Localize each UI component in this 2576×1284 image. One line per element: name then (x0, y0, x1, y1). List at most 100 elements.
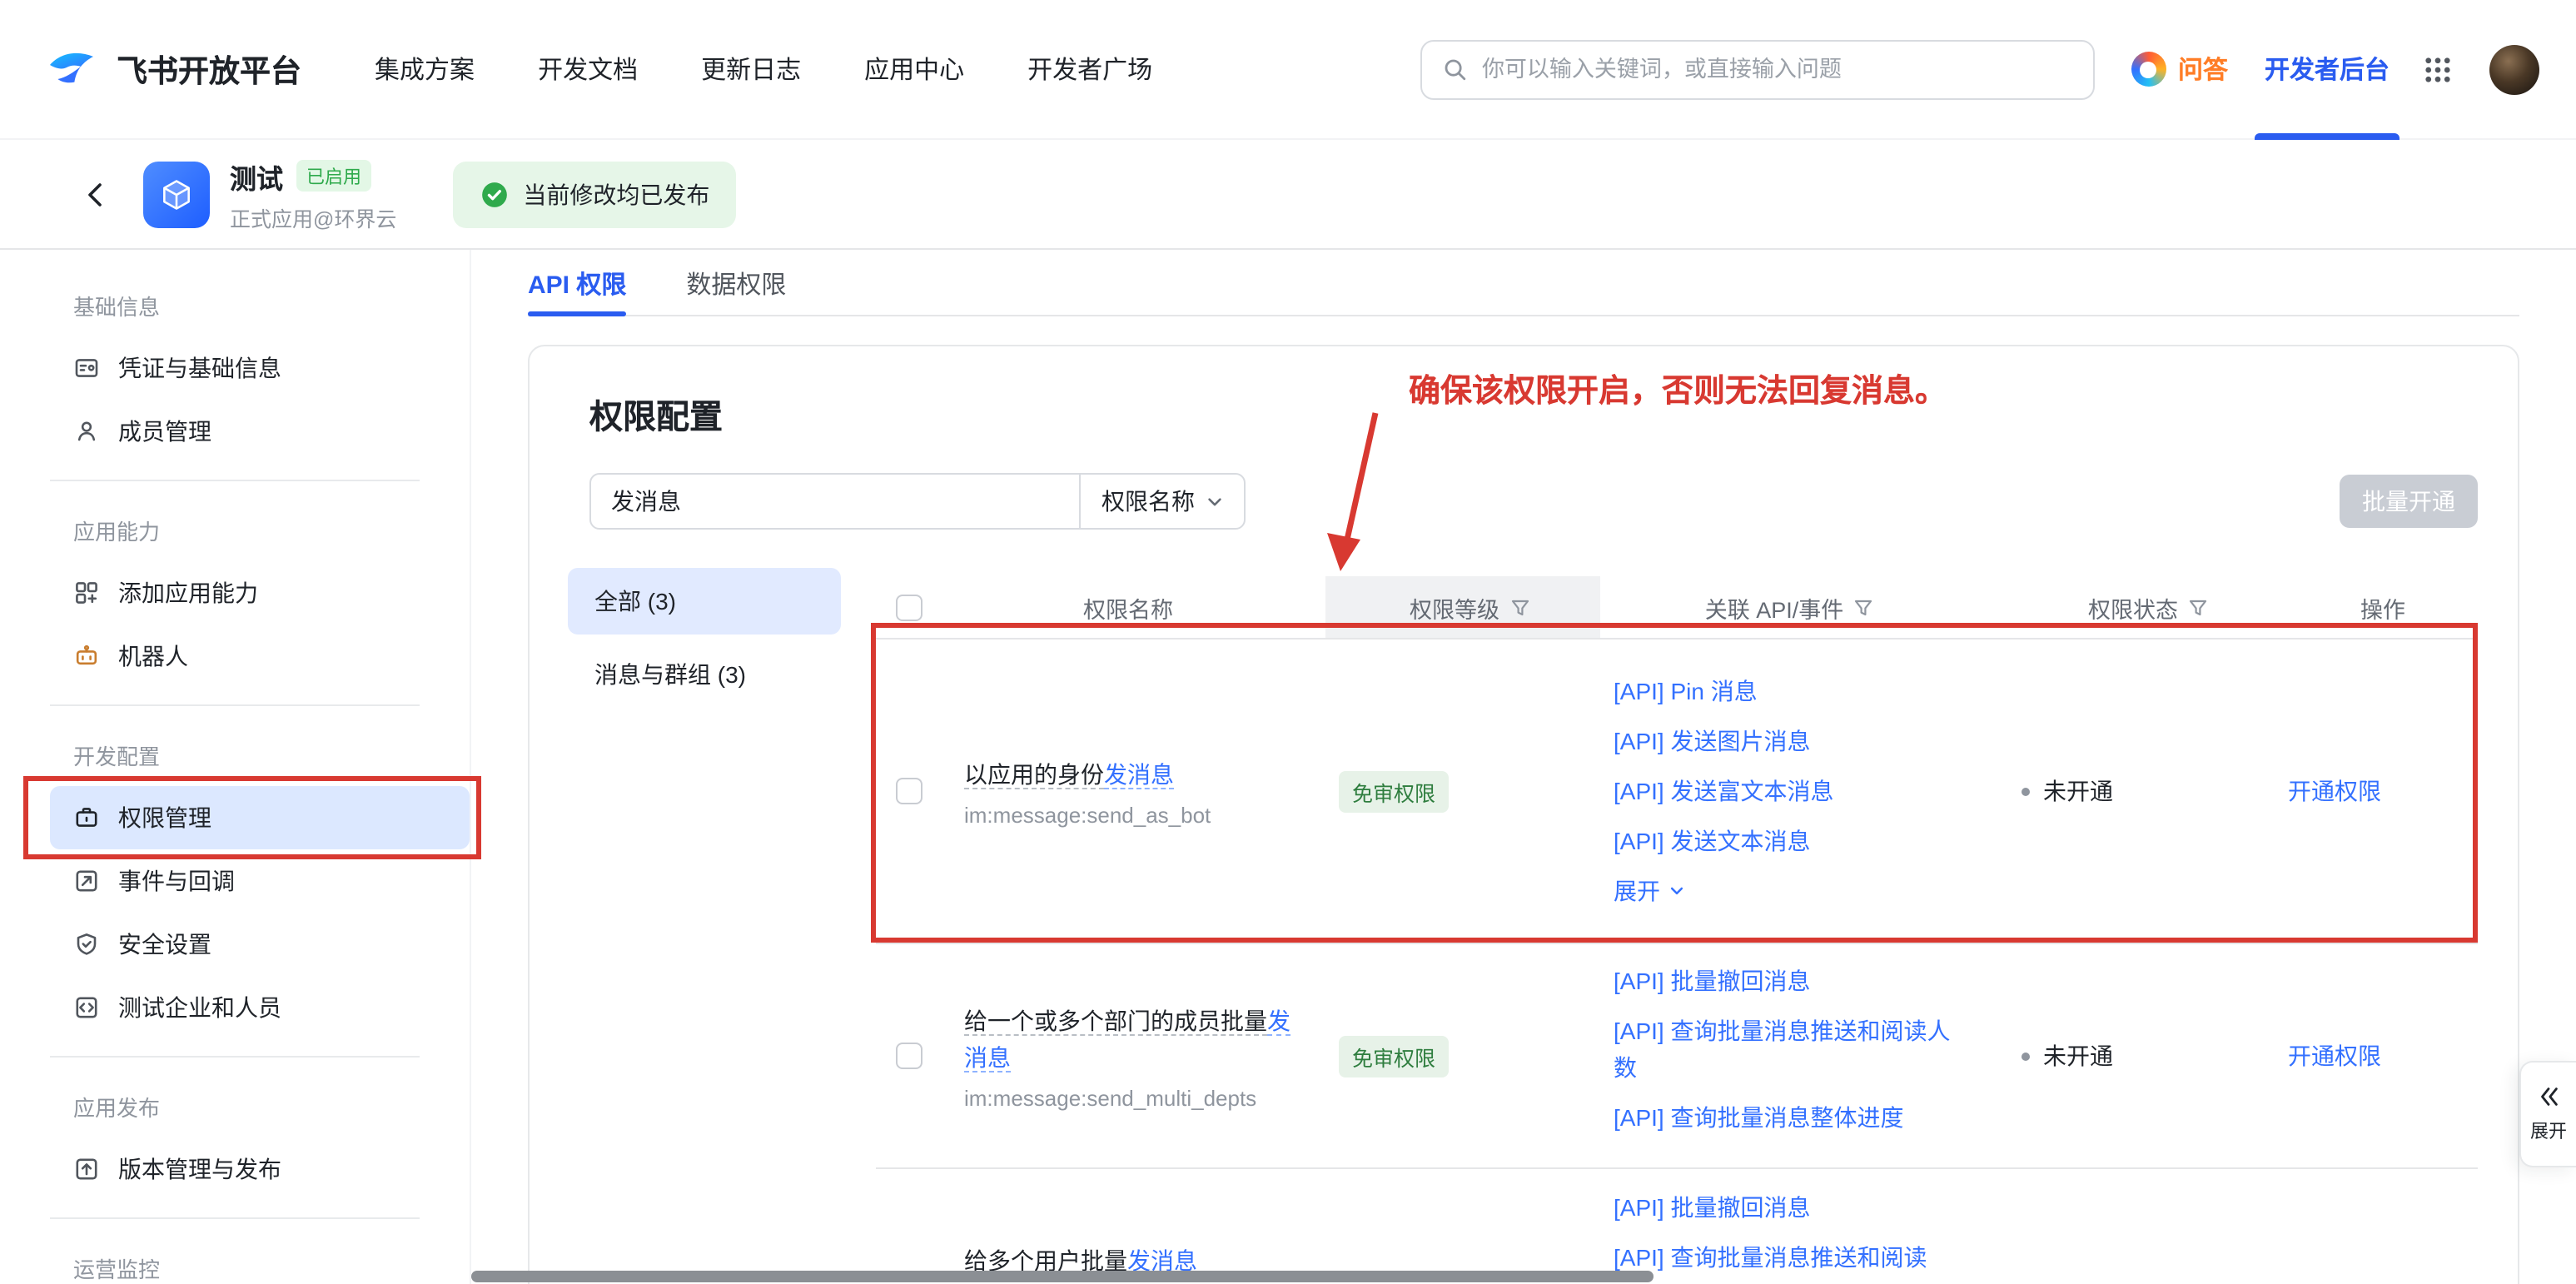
primary-nav: 集成方案 开发文档 更新日志 应用中心 开发者广场 (375, 52, 1216, 87)
api-link[interactable]: [API] 批量撤回消息 (1614, 1189, 1965, 1226)
permission-code: im:message:send_as_bot (964, 802, 1292, 827)
api-link[interactable]: [API] 查询批量消息推送和阅读人数 (1614, 1013, 1965, 1086)
apps-grid-icon[interactable] (2423, 52, 2456, 86)
feishu-logo-icon[interactable] (43, 41, 100, 97)
app-icon (143, 161, 210, 227)
filter-funnel-icon (1853, 597, 1873, 617)
expand-apis-link[interactable]: 展开 (1614, 873, 1965, 909)
qa-link[interactable]: 问答 (2131, 52, 2228, 87)
permission-icon (73, 804, 100, 831)
app-subtitle: 正式应用@环界云 (230, 201, 396, 232)
nav-item-integration[interactable]: 集成方案 (375, 52, 475, 87)
api-link[interactable]: [API] 批量撤回消息 (1614, 963, 1965, 999)
sidebar-item-permissions[interactable]: 权限管理 (50, 786, 470, 849)
category-message-group[interactable]: 消息与群组 (3) (568, 641, 841, 708)
brand-title[interactable]: 飞书开放平台 (117, 47, 301, 91)
col-header-api[interactable]: 关联 API/事件 (1600, 576, 2008, 638)
app-meta: 测试 已启用 正式应用@环界云 (230, 156, 396, 232)
search-icon (1442, 56, 1469, 82)
sidebar-section-release: 应用发布 (0, 1074, 470, 1137)
back-button[interactable] (80, 176, 117, 212)
user-avatar[interactable] (2489, 44, 2539, 94)
navbar-search-input[interactable] (1482, 57, 2073, 82)
tab-data-permission[interactable]: 数据权限 (686, 251, 786, 315)
api-link[interactable]: [API] 查询批量消息整体进度 (1614, 1099, 1965, 1136)
shield-icon (73, 931, 100, 958)
publish-banner: 当前修改均已发布 (453, 161, 736, 227)
filter-label: 权限名称 (1102, 485, 1195, 518)
console-link[interactable]: 开发者后台 (2265, 0, 2390, 139)
sidebar-item-version-release[interactable]: 版本管理与发布 (0, 1137, 470, 1201)
api-link[interactable]: [API] 发送文本消息 (1614, 823, 1965, 859)
col-header-level[interactable]: 权限等级 (1325, 576, 1600, 638)
sidebar-item-add-capability[interactable]: 添加应用能力 (0, 561, 470, 625)
sidebar-item-label: 事件与回调 (118, 864, 235, 898)
nav-item-changelog[interactable]: 更新日志 (701, 52, 801, 87)
chevron-down-icon (1668, 883, 1685, 899)
table-header-row: 权限名称 权限等级 关联 API/事件 权限状态 操作 (876, 576, 2478, 640)
level-badge: 免审权限 (1339, 1035, 1449, 1077)
status-cell: 未开通 (2022, 774, 2275, 808)
col-header-name: 权限名称 (951, 576, 1325, 638)
annotation-arrow-icon (1300, 406, 1434, 581)
col-header-action: 操作 (2275, 576, 2478, 638)
status-dot-icon (2022, 1052, 2030, 1060)
add-capability-icon (73, 580, 100, 606)
open-permission-link[interactable]: 开通权限 (2288, 1039, 2381, 1072)
table-row: 给多个用户批量发消息 [API] 批量撤回消息 [API] 查询批量消息推送和阅… (876, 1167, 2478, 1284)
sidebar-item-bot[interactable]: 机器人 (0, 625, 470, 688)
card-heading: 权限配置 (589, 390, 723, 438)
row-checkbox[interactable] (896, 1043, 922, 1069)
app-name: 测试 (230, 156, 283, 196)
sidebar-item-test-org[interactable]: 测试企业和人员 (0, 976, 470, 1039)
sidebar-divider (50, 1217, 420, 1219)
credential-icon (73, 355, 100, 381)
sidebar-item-security[interactable]: 安全设置 (0, 913, 470, 976)
tab-label: API 权限 (528, 266, 626, 301)
table-row: 以应用的身份发消息 im:message:send_as_bot 免审权限 [A… (876, 640, 2478, 943)
sidebar-item-events[interactable]: 事件与回调 (0, 849, 470, 913)
level-badge: 免审权限 (1339, 770, 1449, 812)
tab-api-permission[interactable]: API 权限 (528, 251, 626, 315)
filter-funnel-icon (1509, 597, 1529, 617)
navbar-search[interactable] (1420, 39, 2095, 99)
sidebar-item-members[interactable]: 成员管理 (0, 400, 470, 463)
expand-panel-button[interactable]: 展开 (2519, 1061, 2576, 1167)
permission-name[interactable]: 以应用的身份发消息 (964, 755, 1292, 792)
qa-label: 问答 (2178, 52, 2228, 87)
search-filter-dropdown[interactable]: 权限名称 (1079, 473, 1246, 530)
sidebar-divider (50, 1056, 420, 1058)
nav-item-docs[interactable]: 开发文档 (538, 52, 638, 87)
sidebar-item-label: 成员管理 (118, 415, 211, 448)
status-cell: 未开通 (2022, 1039, 2275, 1072)
tab-label: 数据权限 (686, 266, 786, 301)
select-all-checkbox[interactable] (896, 594, 922, 620)
permission-search-input[interactable] (589, 473, 1081, 530)
row-checkbox[interactable] (896, 778, 922, 804)
status-text: 未开通 (2043, 774, 2113, 808)
nav-item-app-center[interactable]: 应用中心 (864, 52, 964, 87)
api-link[interactable]: [API] 发送富文本消息 (1614, 773, 1965, 809)
api-link[interactable]: [API] 查询批量消息推送和阅读 (1614, 1239, 1965, 1276)
category-all[interactable]: 全部 (3) (568, 568, 841, 635)
chevron-down-icon (1205, 492, 1223, 510)
sidebar-item-label: 安全设置 (118, 928, 211, 961)
category-label: 全部 (3) (594, 585, 676, 618)
permission-name[interactable]: 给一个或多个部门的成员批量发消息 (964, 1002, 1292, 1075)
col-header-status[interactable]: 权限状态 (2008, 576, 2275, 638)
release-icon (73, 1156, 100, 1182)
bulk-open-button[interactable]: 批量开通 (2340, 475, 2478, 528)
sidebar-item-label: 版本管理与发布 (118, 1152, 281, 1186)
api-link[interactable]: [API] Pin 消息 (1614, 673, 1965, 709)
table-row: 给一个或多个部门的成员批量发消息 im:message:send_multi_d… (876, 943, 2478, 1167)
sidebar-item-label: 凭证与基础信息 (118, 351, 281, 385)
nav-item-dev-plaza[interactable]: 开发者广场 (1027, 52, 1152, 87)
annotation-note: 确保该权限开启，否则无法回复消息。 (1409, 366, 1947, 411)
sidebar-divider (50, 480, 420, 481)
open-permission-link[interactable]: 开通权限 (2288, 774, 2381, 808)
permissions-table: 权限名称 权限等级 关联 API/事件 权限状态 操作 (876, 576, 2478, 1284)
app-header: 测试 已启用 正式应用@环界云 当前修改均已发布 (0, 140, 2576, 250)
api-link[interactable]: [API] 发送图片消息 (1614, 723, 1965, 759)
sidebar-item-credentials[interactable]: 凭证与基础信息 (0, 336, 470, 400)
horizontal-scrollbar[interactable] (471, 1271, 1654, 1282)
